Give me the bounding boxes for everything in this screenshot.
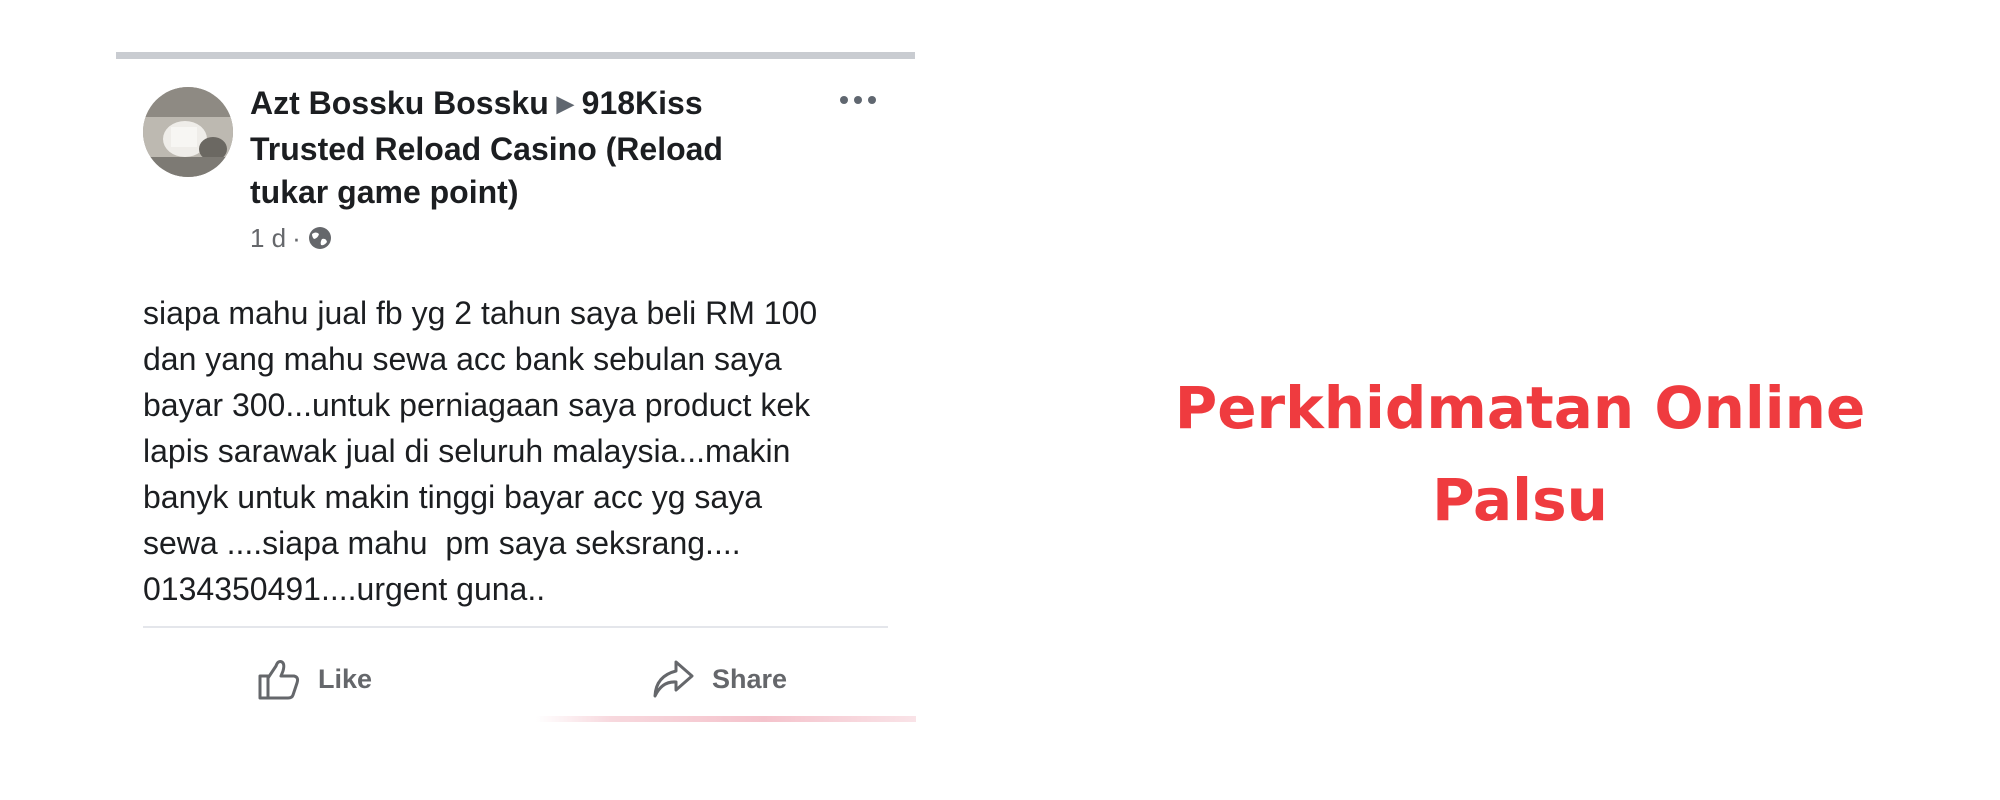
globe-icon [308,227,331,249]
post-header: Azt Bossku Bossku ▶ 918Kiss Trusted Reload… [250,82,770,254]
post-timestamp[interactable]: 1 d [250,223,286,254]
avatar[interactable] [143,87,233,177]
avatar-photo [143,87,233,177]
meta-separator: · [292,222,301,253]
headline-line-2: Palsu [1432,466,1608,534]
author-name[interactable]: Azt Bossku Bossku [250,85,549,121]
post-top-border [116,52,915,59]
headline-line-1: Perkhidmatan Online [1174,374,1866,442]
thumbs-up-icon [258,660,300,700]
post-title-line: Azt Bossku Bossku ▶ 918Kiss Trusted Reload… [250,82,770,214]
post-body-text: siapa mahu jual fb yg 2 tahun saya beli … [143,295,818,607]
like-label: Like [318,663,373,694]
share-label: Share [712,663,788,694]
headline: Perkhidmatan Online Palsu [1150,362,1890,546]
share-button[interactable]: Share [650,649,787,709]
post-meta: 1 d · [250,222,770,254]
share-arrow-icon [653,660,694,698]
more-options-icon[interactable] [836,90,880,110]
arrow-right-icon: ▶ [556,91,574,116]
facebook-post-card: Azt Bossku Bossku ▶ 918Kiss Trusted Reload… [116,52,916,722]
like-button[interactable]: Like [256,649,372,709]
action-divider [143,626,888,628]
cropped-bottom-strip [536,716,916,722]
